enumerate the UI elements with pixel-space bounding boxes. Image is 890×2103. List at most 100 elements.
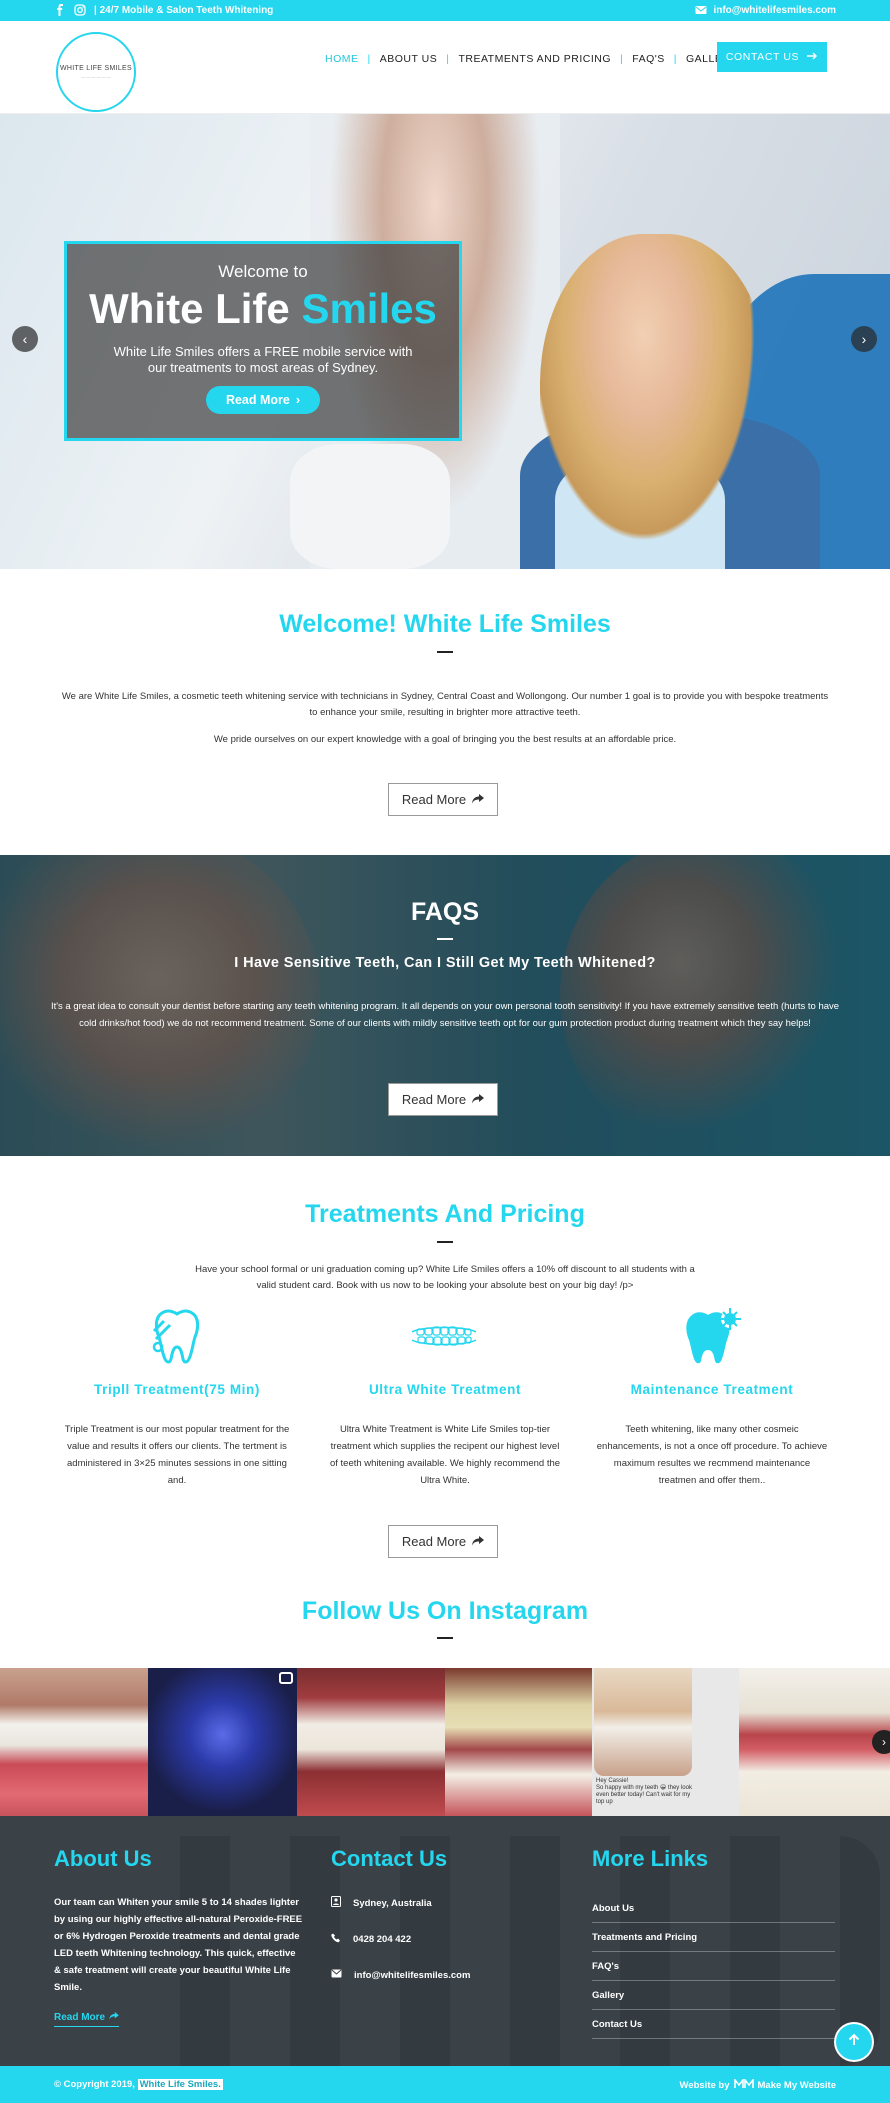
treatments-intro: Have your school formal or uni graduatio… (195, 1264, 695, 1291)
treatments-read-more-button[interactable]: Read More (388, 1525, 498, 1558)
title-divider (437, 938, 453, 940)
logo-subline: — — — — — — (81, 74, 111, 79)
nav-item-about-us[interactable]: ABOUT US (371, 53, 446, 65)
hero-description: White Life Smiles offers a FREE mobile s… (113, 344, 413, 375)
instagram-photo[interactable]: Hey Cassie! So happy with my teeth 😀 the… (592, 1668, 739, 1816)
faq-question: I Have Sensitive Teeth, Can I Still Get … (234, 955, 656, 971)
topbar-email[interactable]: info@whitelifesmiles.com (713, 5, 836, 16)
footer-link-treatments[interactable]: Treatments and Pricing (592, 1923, 835, 1952)
envelope-icon (331, 1969, 342, 1981)
instagram-photo[interactable] (445, 1668, 592, 1816)
logo[interactable]: WHITE LIFE SMILES — — — — — — (56, 32, 136, 112)
arrow-right-icon (807, 51, 818, 63)
hero-slider: Welcome to White Life Smiles White Life … (0, 114, 890, 569)
footer-phone-text: 0428 204 422 (353, 1934, 412, 1945)
footer-address-text: Sydney, Australia (353, 1897, 432, 1909)
chevron-right-icon: › (882, 1735, 886, 1749)
website-credit: Website by Make My Website (679, 2077, 837, 2092)
make-my-website-logo-icon (733, 2077, 754, 2092)
treatment-title: Maintenance Treatment (630, 1382, 794, 1397)
instagram-photo[interactable] (739, 1668, 890, 1816)
instagram-photo[interactable] (297, 1668, 445, 1816)
footer-about-text: Our team can Whiten your smile 5 to 14 s… (54, 1897, 303, 1993)
faq-title: FAQS (410, 898, 480, 926)
hero-caption-box: Welcome to White Life Smiles White Life … (64, 241, 462, 441)
treatment-description: Ultra White Treatment is White Life Smil… (329, 1424, 561, 1486)
footer-phone[interactable]: 0428 204 422 (331, 1933, 411, 1946)
instagram-photo[interactable] (0, 1668, 148, 1816)
tooth-repair-icon (146, 1305, 208, 1372)
main-nav: HOME | ABOUT US | TREATMENTS AND PRICING… (316, 53, 750, 65)
slider-prev-button[interactable]: ‹ (12, 326, 38, 352)
teeth-row-icon (409, 1324, 479, 1353)
welcome-read-more-button[interactable]: Read More (388, 783, 498, 816)
hero-photo-thumbs (290, 444, 450, 569)
instagram-next-button[interactable]: › (872, 1730, 890, 1754)
footer-link-gallery[interactable]: Gallery (592, 1981, 835, 2010)
credit-brand-link[interactable]: Make My Website (758, 2080, 837, 2091)
faq-read-more-button[interactable]: Read More (388, 1083, 498, 1116)
top-bar: | 24/7 Mobile & Salon Teeth Whitening in… (0, 0, 890, 21)
tooth-sparkle-icon (680, 1305, 746, 1372)
address-book-icon (331, 1896, 341, 1910)
nav-item-faqs[interactable]: FAQ'S (623, 53, 674, 65)
faq-answer: It's a great idea to consult your dentis… (50, 1001, 840, 1029)
hero-read-more-button[interactable]: Read More › (205, 386, 321, 414)
footer-contact-title: Contact Us (331, 1846, 448, 1871)
facebook-icon[interactable] (54, 4, 66, 16)
footer-link-about-us[interactable]: About Us (592, 1894, 835, 1923)
chat-photo (594, 1668, 692, 1776)
envelope-icon (695, 4, 707, 16)
video-camera-icon (279, 1672, 293, 1684)
copyright-bar: © Copyright 2019, White Life Smiles. Web… (0, 2066, 890, 2103)
tagline: | 24/7 Mobile & Salon Teeth Whitening (94, 4, 274, 16)
faq-read-more-label: Read More (401, 1092, 467, 1107)
chevron-left-icon: ‹ (22, 331, 28, 347)
hero-welcome: Welcome to (218, 262, 308, 281)
instagram-icon[interactable] (74, 4, 86, 16)
copyright-brand-link[interactable]: White Life Smiles. (137, 2079, 223, 2090)
slider-next-button[interactable]: › (851, 326, 877, 352)
site-footer: About Us Our team can Whiten your smile … (0, 1816, 890, 2066)
footer-read-more-link[interactable]: Read More (54, 2012, 120, 2027)
chat-message: Hey Cassie! So happy with my teeth 😀 the… (596, 1778, 692, 1805)
share-arrow-icon (472, 1534, 485, 1549)
footer-email[interactable]: info@whitelifesmiles.com (331, 1969, 470, 1981)
footer-link-faqs[interactable]: FAQ's (592, 1952, 835, 1981)
chevron-right-icon: › (861, 331, 867, 347)
copyright-prefix: © Copyright 2019, (54, 2079, 135, 2090)
copyright-text: © Copyright 2019, White Life Smiles. (54, 2079, 223, 2090)
treatments-read-more-label: Read More (401, 1534, 467, 1549)
footer-email-text: info@whitelifesmiles.com (354, 1969, 471, 1981)
instagram-photo[interactable] (148, 1668, 297, 1816)
arrow-up-icon (847, 2033, 861, 2052)
hero-read-more-label: Read More (225, 393, 290, 407)
share-arrow-icon (109, 2012, 119, 2023)
credit-prefix: Website by (679, 2080, 730, 2091)
welcome-title: Welcome! White Life Smiles (279, 610, 611, 638)
welcome-paragraph-1: We are White Life Smiles, a cosmetic tee… (61, 691, 829, 718)
phone-icon (331, 1933, 341, 1946)
footer-link-contact-us[interactable]: Contact Us (592, 2010, 835, 2039)
nav-item-home[interactable]: HOME (316, 53, 368, 65)
logo-text: WHITE LIFE SMILES (60, 65, 132, 72)
hero-title: White Life Smiles (67, 286, 459, 332)
instagram-title: Follow Us On Instagram (301, 1597, 589, 1625)
share-arrow-icon (472, 1092, 485, 1107)
treatment-description: Teeth whitening, like many other cosmeic… (596, 1424, 828, 1486)
contact-us-button[interactable]: CONTACT US (717, 42, 827, 72)
footer-address: Sydney, Australia (331, 1896, 432, 1910)
treatment-card-triple: Tripll Treatment(75 Min) Triple Treatmen… (52, 1382, 302, 1489)
nav-item-treatments-and-pricing[interactable]: TREATMENTS AND PRICING (449, 53, 620, 65)
title-divider (437, 1241, 453, 1243)
treatment-description: Triple Treatment is our most popular tre… (64, 1424, 290, 1486)
faq-section: FAQS I Have Sensitive Teeth, Can I Still… (0, 855, 890, 1156)
treatment-card-ultra-white: Ultra White Treatment Ultra White Treatm… (320, 1382, 570, 1489)
hero-title-cyan: Smiles (301, 285, 437, 332)
welcome-paragraph-2: We pride ourselves on our expert knowled… (213, 734, 677, 745)
scroll-to-top-button[interactable] (836, 2024, 872, 2060)
footer-links-title: More Links (592, 1846, 709, 1871)
site-header: WHITE LIFE SMILES — — — — — — HOME | ABO… (0, 21, 890, 114)
treatment-title: Tripll Treatment(75 Min) (94, 1382, 260, 1397)
treatments-title: Treatments And Pricing (305, 1200, 585, 1228)
